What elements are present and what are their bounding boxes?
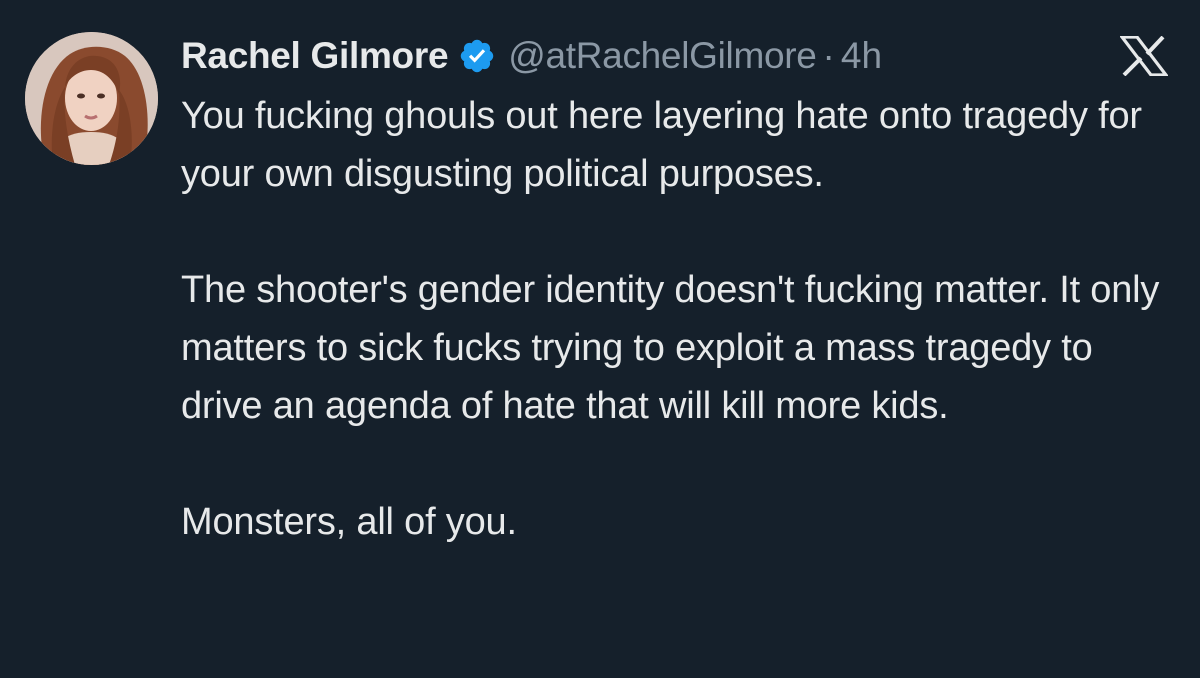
tweet-card: Rachel Gilmore @atRachelGilmore · 4h You… xyxy=(0,0,1200,678)
separator-dot: · xyxy=(822,35,835,76)
tweet-paragraph: You fucking ghouls out here layering hat… xyxy=(181,95,1142,195)
verified-badge-icon xyxy=(458,37,496,75)
avatar-photo xyxy=(25,32,158,165)
author-name[interactable]: Rachel Gilmore xyxy=(181,35,449,77)
tweet-timestamp[interactable]: 4h xyxy=(841,35,882,77)
avatar[interactable] xyxy=(25,32,158,165)
tweet-header: Rachel Gilmore @atRachelGilmore · 4h xyxy=(181,28,882,84)
tweet-text: You fucking ghouls out here layering hat… xyxy=(181,87,1171,551)
tweet-paragraph: The shooter's gender identity doesn't fu… xyxy=(181,269,1160,427)
author-handle[interactable]: @atRachelGilmore xyxy=(508,35,817,77)
tweet-paragraph: Monsters, all of you. xyxy=(181,501,517,543)
x-logo-icon xyxy=(1118,35,1170,77)
